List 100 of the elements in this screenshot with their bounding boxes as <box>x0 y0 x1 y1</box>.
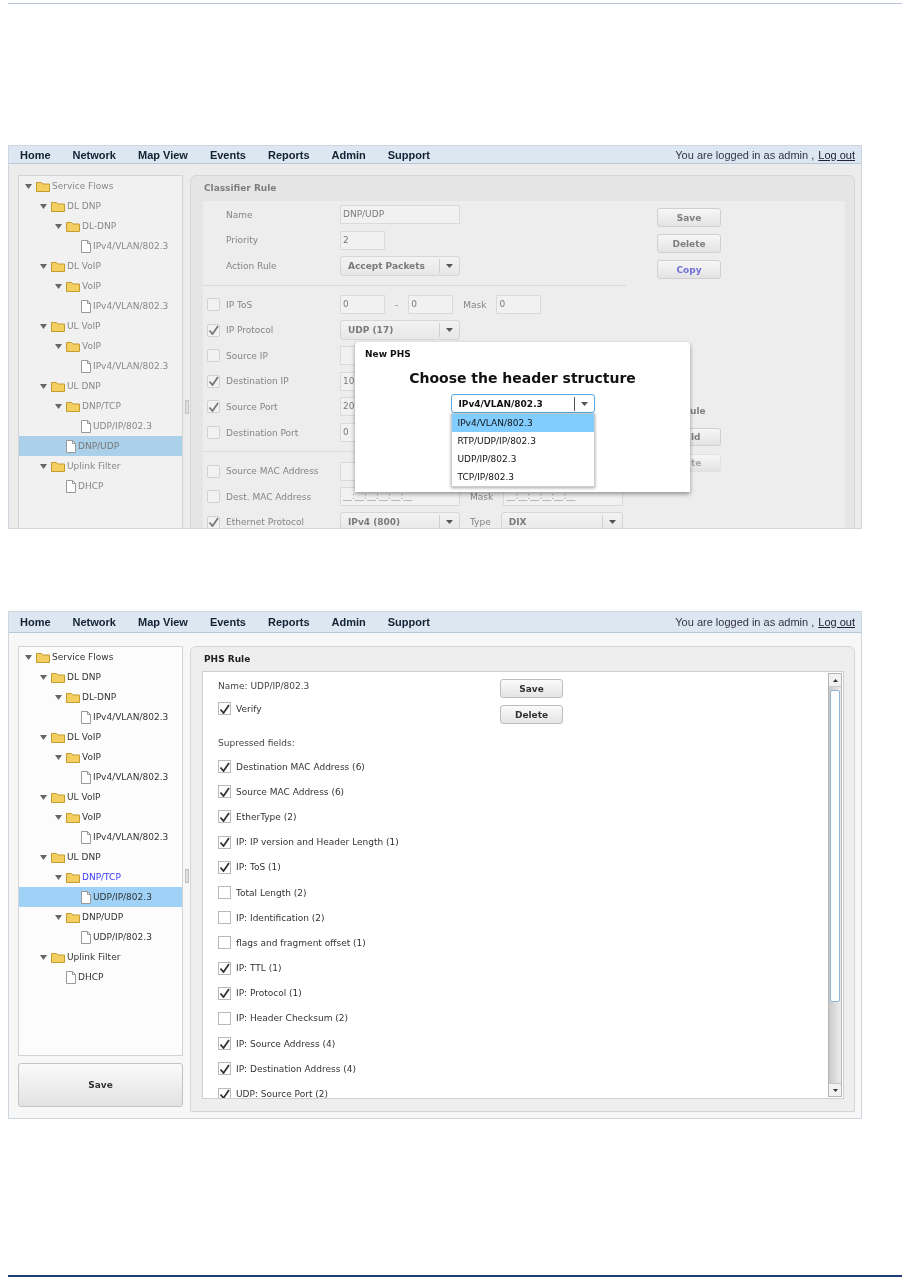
logout-link[interactable]: Log out <box>818 616 855 628</box>
nav-item[interactable]: Network <box>72 148 116 161</box>
nav-item[interactable]: Home <box>20 616 51 628</box>
scroll-down-button[interactable] <box>829 1083 841 1096</box>
splitter-handle[interactable] <box>184 400 189 414</box>
field-label: Ethernet Protocol <box>226 517 305 528</box>
folder-icon <box>51 320 65 332</box>
nav-item[interactable]: Events <box>209 148 246 161</box>
checkbox[interactable] <box>218 785 231 799</box>
input-field[interactable]: 0 <box>496 295 542 315</box>
tree-item[interactable]: DNP/TCP <box>19 867 182 887</box>
save-button[interactable]: Save <box>18 1063 183 1107</box>
nav-item[interactable]: Support <box>387 148 430 161</box>
tree-item[interactable]: UDP/IP/802.3 <box>19 887 182 907</box>
dropdown[interactable]: DIX <box>500 512 623 528</box>
folder-icon <box>66 400 80 412</box>
nav-item[interactable]: Reports <box>268 148 310 161</box>
folder-icon <box>36 180 50 192</box>
field-label: Type <box>470 517 491 528</box>
checkbox[interactable] <box>218 810 231 824</box>
file-icon <box>81 710 91 724</box>
tree-item[interactable]: DL-DNP <box>19 687 182 707</box>
checkbox[interactable] <box>218 1037 231 1051</box>
tree-item[interactable]: DHCP <box>19 967 182 987</box>
checkbox[interactable] <box>218 860 231 874</box>
nav-item[interactable]: Admin <box>331 616 366 628</box>
input-field[interactable]: DNP/UDP <box>340 205 460 225</box>
logout-link[interactable]: Log out <box>818 148 855 161</box>
tree-item[interactable]: VoIP <box>19 747 182 767</box>
tree-item[interactable]: DNP/UDP <box>19 907 182 927</box>
folder-icon <box>66 340 80 352</box>
checkbox[interactable] <box>218 986 231 1000</box>
nav-item[interactable]: Events <box>209 616 246 628</box>
checkbox-label: Destination MAC Address (6) <box>236 761 365 772</box>
checkbox[interactable] <box>218 835 231 849</box>
splitter-handle[interactable] <box>184 869 189 883</box>
tree-item[interactable]: VoIP <box>19 807 182 827</box>
folder-icon <box>51 731 65 743</box>
tree-item[interactable]: IPv4/VLAN/802.3 <box>19 827 182 847</box>
dropdown[interactable]: Accept Packets <box>340 256 460 276</box>
tree-item[interactable]: UDP/IP/802.3 <box>19 927 182 947</box>
checkbox[interactable] <box>218 911 231 925</box>
folder-icon <box>66 811 80 823</box>
checkbox[interactable] <box>218 936 231 950</box>
dropdown-option[interactable]: TCP/IP/802.3 <box>451 468 594 486</box>
file-icon <box>66 970 76 984</box>
tree-item[interactable]: Uplink Filter <box>19 947 182 967</box>
scroll-up-button[interactable] <box>829 674 841 687</box>
nav-item[interactable]: Network <box>72 616 116 628</box>
nav-item[interactable]: Support <box>387 616 430 628</box>
nav-item[interactable]: Map View <box>137 148 188 161</box>
checkbox-label: IP: Identification (2) <box>236 912 325 923</box>
dropdown-option[interactable]: RTP/UDP/IP/802.3 <box>451 432 594 450</box>
caret-icon <box>446 520 453 525</box>
scroll-thumb[interactable] <box>830 690 840 1002</box>
nav-item[interactable]: Reports <box>268 616 310 628</box>
section-label: Supressed fields: <box>218 737 295 748</box>
tree-item[interactable]: IPv4/VLAN/802.3 <box>19 767 182 787</box>
input-field[interactable]: 0 <box>340 295 385 315</box>
scrollbar[interactable] <box>828 673 842 1097</box>
checkbox-label: EtherType (2) <box>236 811 297 822</box>
dropdown[interactable]: UDP (17) <box>340 320 460 341</box>
folder-icon <box>66 871 80 883</box>
field-label: - <box>395 299 399 310</box>
dropdown-option[interactable]: UDP/IP/802.3 <box>451 450 594 468</box>
tree-item[interactable]: DL VoIP <box>19 727 182 747</box>
checkbox[interactable] <box>218 702 231 715</box>
tree-item[interactable]: UL VoIP <box>19 787 182 807</box>
caret-icon <box>446 328 453 333</box>
action-button[interactable]: ld <box>690 428 721 446</box>
field-label: Priority <box>226 235 260 246</box>
checkbox[interactable] <box>218 760 231 774</box>
nav-item[interactable]: Map View <box>137 616 188 628</box>
checkbox[interactable] <box>218 961 231 975</box>
copy-button[interactable]: Copy <box>657 260 721 279</box>
folder-icon <box>36 651 50 663</box>
dropdown-option[interactable]: IPv4/VLAN/802.3 <box>451 414 594 432</box>
dropdown[interactable]: IPv4/VLAN/802.3 <box>450 394 595 413</box>
field-label: Mask <box>463 299 487 310</box>
nav-item[interactable]: Admin <box>331 148 366 161</box>
tree-item[interactable]: Service Flows <box>19 647 182 667</box>
checkbox[interactable] <box>218 1087 231 1098</box>
action-button[interactable]: Save <box>500 679 563 698</box>
file-icon <box>81 890 91 904</box>
checkbox[interactable] <box>218 1062 231 1076</box>
input-field[interactable]: 0 <box>408 295 454 315</box>
field-label: IP ToS <box>226 299 254 310</box>
checkbox-label: Verify <box>236 703 262 714</box>
checkbox-label: IP: IP version and Header Length (1) <box>236 837 399 848</box>
dropdown[interactable]: IPv4 (800) <box>340 512 460 528</box>
tree-item[interactable]: DL DNP <box>19 667 182 687</box>
down-arrow-icon <box>832 1088 838 1092</box>
action-button[interactable]: Delete <box>500 705 563 724</box>
tree-item[interactable]: IPv4/VLAN/802.3 <box>19 707 182 727</box>
checkbox[interactable] <box>218 1011 231 1025</box>
checkbox[interactable] <box>218 886 231 900</box>
checkbox-label: Total Length (2) <box>236 887 307 898</box>
input-field[interactable]: 2 <box>340 230 385 250</box>
nav-item[interactable]: Home <box>20 148 51 161</box>
tree-item[interactable]: UL DNP <box>19 847 182 867</box>
